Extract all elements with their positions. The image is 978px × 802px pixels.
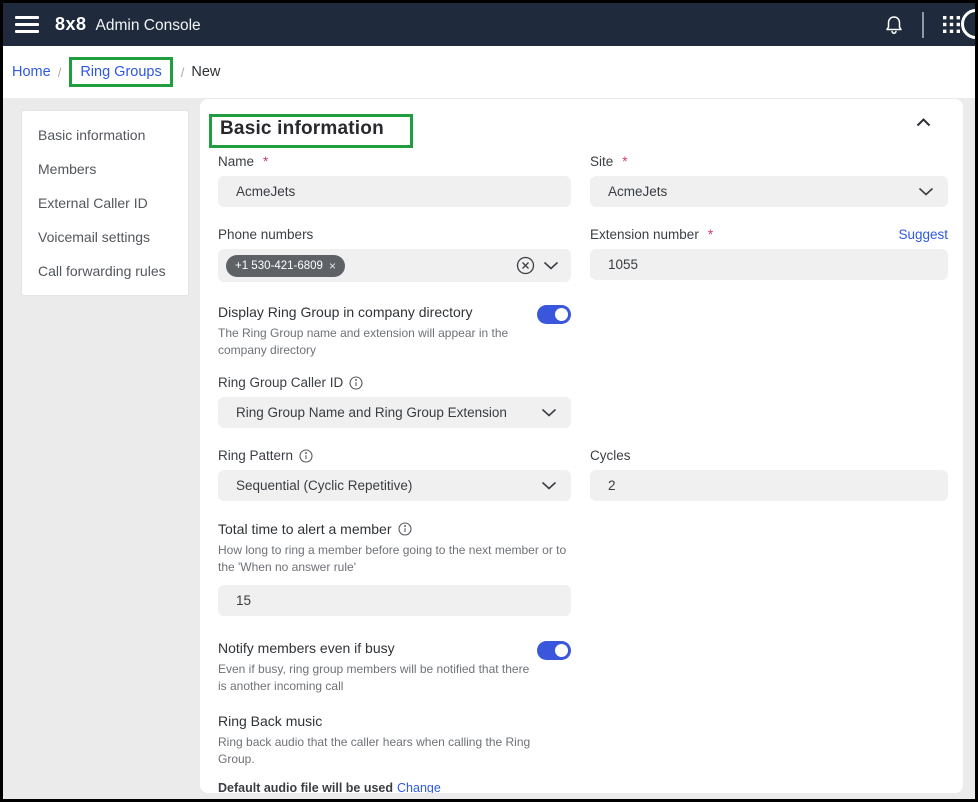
name-label: Name* <box>218 154 268 169</box>
logo-8x8: 8x8 <box>55 14 87 35</box>
suggest-link[interactable]: Suggest <box>898 227 948 242</box>
name-input[interactable] <box>218 176 571 207</box>
breadcrumb-home[interactable]: Home <box>12 64 51 80</box>
sidebar-item-voicemail-settings[interactable]: Voicemail settings <box>22 220 188 254</box>
display-directory-label: Display Ring Group in company directory <box>218 304 530 320</box>
chevron-down-icon <box>541 481 557 490</box>
notifications-bell-icon[interactable] <box>884 14 904 36</box>
collapse-section-chevron-up-icon[interactable] <box>916 118 931 127</box>
extension-number-label: Extension number* <box>590 227 713 242</box>
notify-busy-toggle[interactable] <box>537 641 571 660</box>
breadcrumb-separator: / <box>58 65 62 80</box>
topbar-divider <box>922 12 924 38</box>
notify-busy-description: Even if busy, ring group members will be… <box>218 661 530 695</box>
chevron-down-icon <box>918 187 934 196</box>
top-bar: 8x8 Admin Console <box>3 3 975 46</box>
app-window: 8x8 Admin Console Home / R <box>0 0 978 802</box>
total-time-input[interactable] <box>218 585 571 616</box>
caller-id-select[interactable]: Ring Group Name and Ring Group Extension <box>218 397 571 428</box>
ring-pattern-select-value: Sequential (Cyclic Repetitive) <box>236 478 412 493</box>
chevron-down-icon <box>541 408 557 417</box>
cycles-label: Cycles <box>590 448 631 463</box>
app-title: Admin Console <box>96 17 201 35</box>
breadcrumb-new: New <box>191 64 220 80</box>
info-icon[interactable] <box>349 376 363 390</box>
remove-phone-chip-icon[interactable]: × <box>329 259 336 273</box>
section-title-highlight-box: Basic information <box>209 114 413 148</box>
site-label: Site* <box>590 154 628 169</box>
sidebar-item-external-caller-id[interactable]: External Caller ID <box>22 186 188 220</box>
clear-all-icon[interactable] <box>516 256 535 275</box>
ring-back-description: Ring back audio that the caller hears wh… <box>218 734 570 768</box>
apps-grid-icon[interactable] <box>942 15 961 34</box>
info-icon[interactable] <box>398 522 412 536</box>
change-link[interactable]: Change <box>397 781 441 793</box>
ring-back-label: Ring Back music <box>218 713 571 729</box>
phone-numbers-label: Phone numbers <box>218 227 313 242</box>
breadcrumb-highlight-box: Ring Groups <box>69 57 172 87</box>
sidebar-item-members[interactable]: Members <box>22 152 188 186</box>
ring-back-status: Default audio file will be usedChange <box>218 781 571 793</box>
extension-number-input[interactable] <box>590 249 948 280</box>
caller-id-select-value: Ring Group Name and Ring Group Extension <box>236 405 507 420</box>
breadcrumb: Home / Ring Groups / New <box>3 46 975 98</box>
total-time-label: Total time to alert a member <box>218 521 412 537</box>
ring-pattern-select[interactable]: Sequential (Cyclic Repetitive) <box>218 470 571 501</box>
caller-id-label: Ring Group Caller ID <box>218 375 363 390</box>
chevron-down-icon[interactable] <box>543 261 559 270</box>
site-select-value: AcmeJets <box>608 184 667 199</box>
brand: 8x8 Admin Console <box>55 14 201 35</box>
section-title: Basic information <box>220 118 384 139</box>
info-icon[interactable] <box>299 449 313 463</box>
basic-information-panel: Basic information Name* Site* <box>200 99 963 793</box>
cycles-input[interactable] <box>590 470 948 501</box>
content-area: Basic information Members External Calle… <box>3 98 975 799</box>
sidebar-item-basic-information[interactable]: Basic information <box>22 118 188 152</box>
total-time-description: How long to ring a member before going t… <box>218 542 570 576</box>
sidebar-item-call-forwarding-rules[interactable]: Call forwarding rules <box>22 254 188 288</box>
settings-sidebar: Basic information Members External Calle… <box>22 111 188 295</box>
notify-busy-label: Notify members even if busy <box>218 640 530 656</box>
phone-numbers-field[interactable]: +1 530-421-6809 × <box>218 249 571 282</box>
site-select[interactable]: AcmeJets <box>590 176 948 207</box>
phone-number-chip: +1 530-421-6809 × <box>226 255 345 277</box>
ring-pattern-label: Ring Pattern <box>218 448 313 463</box>
breadcrumb-separator: / <box>181 65 185 80</box>
breadcrumb-ring-groups[interactable]: Ring Groups <box>80 64 161 80</box>
display-directory-description: The Ring Group name and extension will a… <box>218 325 530 359</box>
hamburger-menu-icon[interactable] <box>15 16 39 33</box>
display-directory-toggle[interactable] <box>537 305 571 324</box>
user-avatar[interactable] <box>961 9 978 39</box>
